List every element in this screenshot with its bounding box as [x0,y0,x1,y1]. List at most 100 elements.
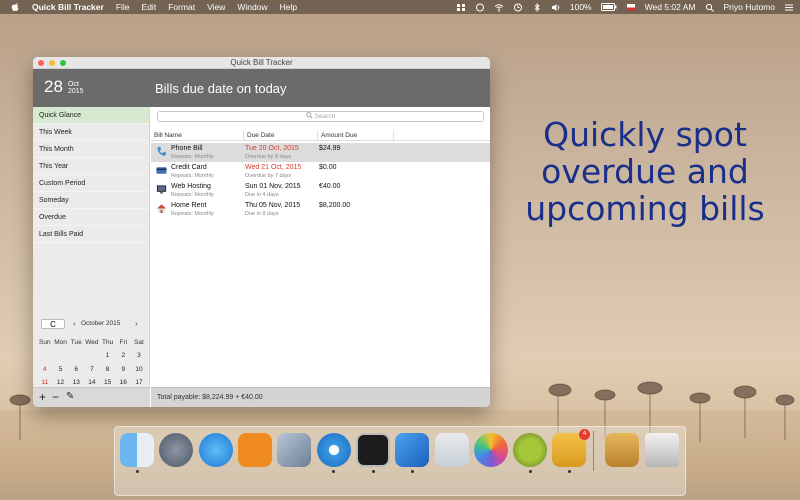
launchpad-icon[interactable] [159,433,193,467]
calendar-weekday: Mon [54,339,67,346]
bill-due-status: Overdue by 7 days [245,173,292,179]
monitor-icon [156,185,167,194]
column-divider[interactable] [317,131,318,141]
menu-help[interactable]: Help [280,2,297,12]
column-bill-name[interactable]: Bill Name [154,132,182,139]
menu-file[interactable]: File [116,2,130,12]
archive-utility-icon[interactable] [605,433,639,467]
bill-due-date: Sun 01 Nov, 2015 [245,183,301,190]
battery-icon[interactable] [600,3,617,11]
calendar-day[interactable]: 8 [100,363,116,376]
volume-icon[interactable] [551,3,561,12]
add-bill-button[interactable]: + [39,390,46,404]
menu-app-name[interactable]: Quick Bill Tracker [32,2,104,12]
trash-icon[interactable] [645,433,679,467]
column-amount-due[interactable]: Amount Due [321,132,357,139]
calendar-refresh-button[interactable]: C [41,319,65,329]
xcode-icon[interactable] [395,433,429,467]
quick-bill-tracker-icon[interactable]: 4 [552,429,590,467]
calendar-day[interactable]: 7 [84,363,100,376]
calendar-day[interactable]: 10 [131,363,147,376]
calendar-day[interactable]: 2 [115,349,131,362]
calendar-icon[interactable] [435,433,469,467]
table-row[interactable]: Phone Bill Repeats: Monthly Tue 20 Oct, … [151,143,490,162]
promo-text: Quickly spot overdue and upcoming bills [520,116,770,227]
battery-percent[interactable]: 100% [570,2,592,12]
android-studio-icon[interactable] [513,433,547,467]
promo-line: Quickly spot [543,115,747,154]
menu-edit[interactable]: Edit [142,2,157,12]
app-header: 28 Oct 2015 Bills due date on today [33,69,490,107]
clock[interactable]: Wed 5:02 AM [645,2,696,12]
search-input[interactable]: Search [157,111,484,122]
bill-repeat: Repeats: Monthly [171,154,214,160]
sidebar-item-quick-glance[interactable]: Quick Glance [33,107,149,124]
running-indicator [411,470,414,473]
remove-bill-button[interactable]: − [52,390,59,404]
bill-due-status: Due in 4 days [245,192,279,198]
grid-status-icon[interactable] [456,3,466,12]
terminal-icon[interactable] [356,433,390,467]
close-window-button[interactable] [38,60,44,66]
notification-center-icon[interactable] [784,3,794,12]
running-indicator [529,470,532,473]
calendar-weekday: Fri [119,339,128,346]
preview-icon[interactable] [277,433,311,467]
window-titlebar[interactable]: Quick Bill Tracker [33,57,490,69]
sidebar-item-this-month[interactable]: This Month [33,141,149,158]
calendar-day[interactable]: 4 [37,363,53,376]
column-divider[interactable] [243,131,244,141]
photos-icon[interactable] [474,433,508,467]
calendar-day[interactable]: 6 [68,363,84,376]
table-row[interactable]: Credit Card Repeats: Monthly Wed 21 Oct,… [151,162,490,181]
bill-due-status: Overdue by 8 days [245,154,292,160]
zoom-window-button[interactable] [60,60,66,66]
sidebar-item-this-week[interactable]: This Week [33,124,149,141]
menu-window[interactable]: Window [237,2,267,12]
table-row[interactable]: Home Rent Repeats: Monthly Thu 05 Nov, 2… [151,200,490,219]
house-icon [156,204,167,214]
sidebar-item-overdue[interactable]: Overdue [33,209,149,226]
minimize-window-button[interactable] [49,60,55,66]
bill-amount: €40.00 [319,183,341,190]
status-circle-icon[interactable] [475,3,485,12]
app-window: Quick Bill Tracker 28 Oct 2015 Bills due… [33,57,490,407]
spotlight-icon[interactable] [705,3,715,12]
calendar-empty-cell [37,349,53,362]
bill-due-status: Due in 8 days [245,211,279,217]
sidebar-item-this-year[interactable]: This Year [33,158,149,175]
app-store-icon[interactable] [199,433,233,467]
bill-due-date: Wed 21 Oct, 2015 [245,164,302,171]
wifi-icon[interactable] [494,3,504,12]
flag-icon[interactable] [626,3,636,12]
column-divider[interactable] [393,131,394,141]
calendar-day[interactable]: 9 [115,363,131,376]
calendar-day[interactable]: 5 [53,363,69,376]
calendar-prev-button[interactable]: ‹ [73,319,76,328]
user-name[interactable]: Priyo Hutomo [724,2,776,12]
calendar-day[interactable]: 3 [131,349,147,362]
current-month: Oct [68,81,79,88]
ibooks-icon[interactable] [238,433,272,467]
calendar-day[interactable]: 1 [100,349,116,362]
finder-icon[interactable] [120,433,154,467]
calendar-empty-cell [68,349,84,362]
menu-view[interactable]: View [207,2,225,12]
table-row[interactable]: Web Hosting Repeats: Monthly Sun 01 Nov,… [151,181,490,200]
window-title: Quick Bill Tracker [230,58,293,67]
calendar-weekday: Wed [85,339,99,346]
time-machine-icon[interactable] [513,3,523,12]
calendar-next-button[interactable]: › [135,319,138,328]
calendar-month-label: October 2015 [81,320,121,327]
calendar-weekday: Sat [134,339,144,346]
bluetooth-icon[interactable] [532,2,542,12]
menu-format[interactable]: Format [168,2,195,12]
column-due-date[interactable]: Due Date [247,132,274,139]
sidebar-item-someday[interactable]: Someday [33,192,149,209]
bill-name: Home Rent [171,202,207,209]
sidebar-item-custom-period[interactable]: Custom Period [33,175,149,192]
edit-bill-button[interactable]: ✎ [66,390,74,404]
safari-icon[interactable] [317,433,351,467]
sidebar-item-last-bills-paid[interactable]: Last Bills Paid [33,226,149,243]
apple-menu-icon[interactable] [10,2,20,12]
